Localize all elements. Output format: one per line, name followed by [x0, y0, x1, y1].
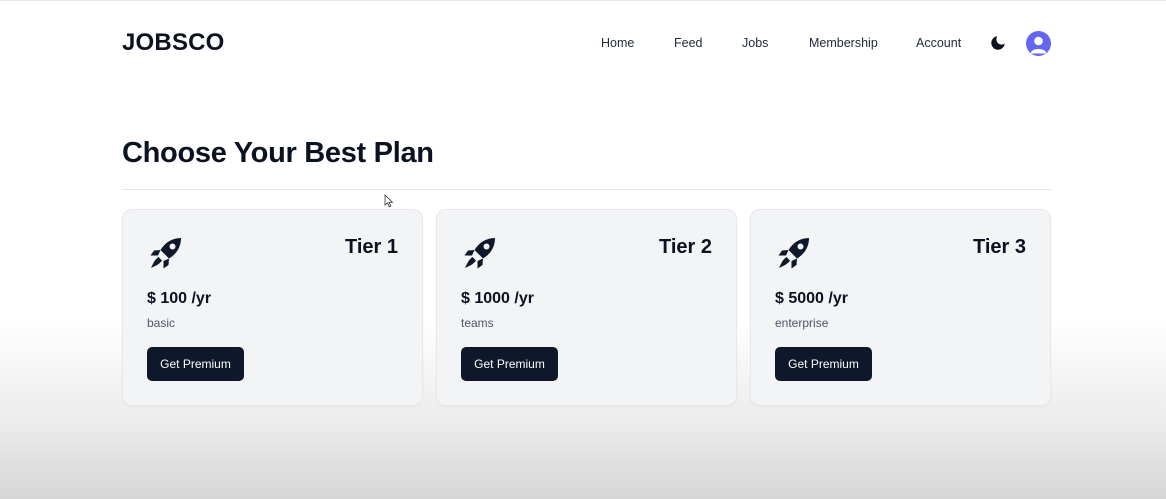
get-premium-button[interactable]: Get Premium [775, 347, 872, 381]
plan-price: $ 100 /yr [147, 290, 212, 307]
plan-card-tier-1: Tier 1 $ 100 /yr basic Get Premium [122, 209, 423, 406]
plan-description: basic [147, 316, 176, 330]
plan-price: $ 1000 /yr [461, 290, 534, 307]
nav-membership[interactable]: Membership [809, 36, 878, 50]
rocket-icon [776, 235, 812, 271]
get-premium-button[interactable]: Get Premium [461, 347, 558, 381]
top-border [0, 0, 1166, 1]
nav-home[interactable]: Home [601, 36, 634, 50]
tier-name: Tier 1 [345, 236, 398, 258]
moon-icon[interactable] [989, 34, 1007, 52]
user-avatar-icon[interactable] [1026, 31, 1051, 56]
divider [122, 189, 1051, 190]
tier-name: Tier 3 [973, 236, 1026, 258]
nav-account[interactable]: Account [916, 36, 961, 50]
get-premium-button[interactable]: Get Premium [147, 347, 244, 381]
nav-feed[interactable]: Feed [674, 36, 703, 50]
plan-price: $ 5000 /yr [775, 290, 848, 307]
mouse-cursor-icon [384, 194, 394, 208]
plan-description: enterprise [775, 316, 829, 330]
rocket-icon [462, 235, 498, 271]
logo[interactable]: JOBSCO [122, 29, 225, 57]
page-title: Choose Your Best Plan [122, 137, 434, 169]
tier-name: Tier 2 [659, 236, 712, 258]
nav-jobs[interactable]: Jobs [742, 36, 768, 50]
rocket-icon [148, 235, 184, 271]
plan-card-tier-3: Tier 3 $ 5000 /yr enterprise Get Premium [750, 209, 1051, 406]
plan-description: teams [461, 316, 494, 330]
plan-card-tier-2: Tier 2 $ 1000 /yr teams Get Premium [436, 209, 737, 406]
